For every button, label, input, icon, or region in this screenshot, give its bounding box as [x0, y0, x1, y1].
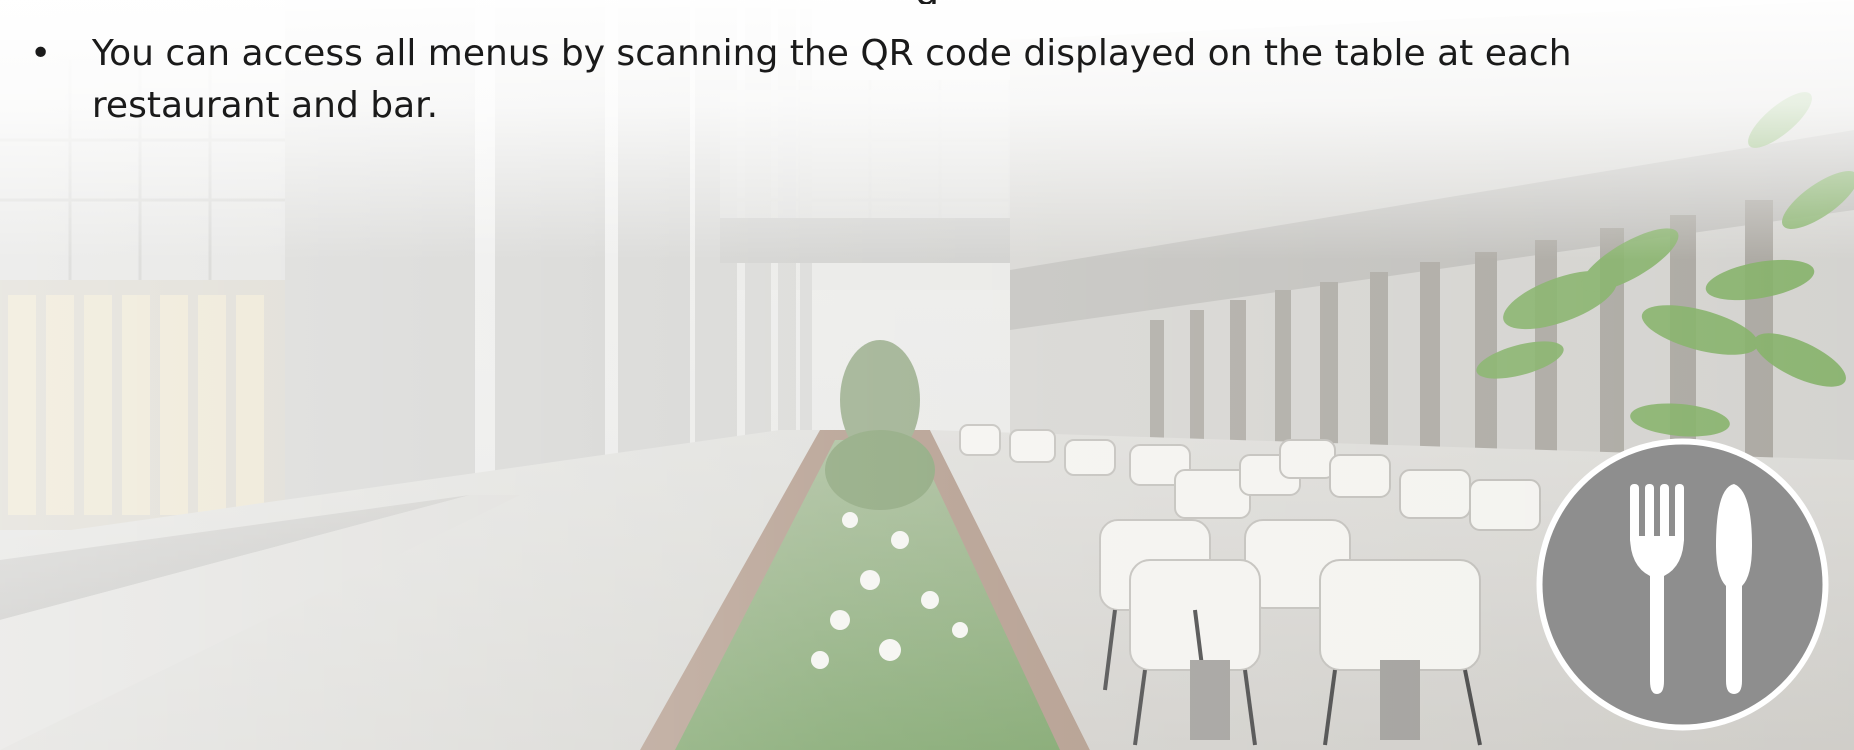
bullet-text: You can access all menus by scanning the…: [91, 33, 1572, 126]
clipped-heading: g: [0, 0, 1854, 4]
bullet-marker: •: [30, 33, 52, 74]
fork-knife-icon: [1534, 436, 1831, 733]
slide: g • You can access all menus by scanning…: [0, 0, 1854, 750]
bullet-item: • You can access all menus by scanning t…: [30, 28, 1590, 132]
